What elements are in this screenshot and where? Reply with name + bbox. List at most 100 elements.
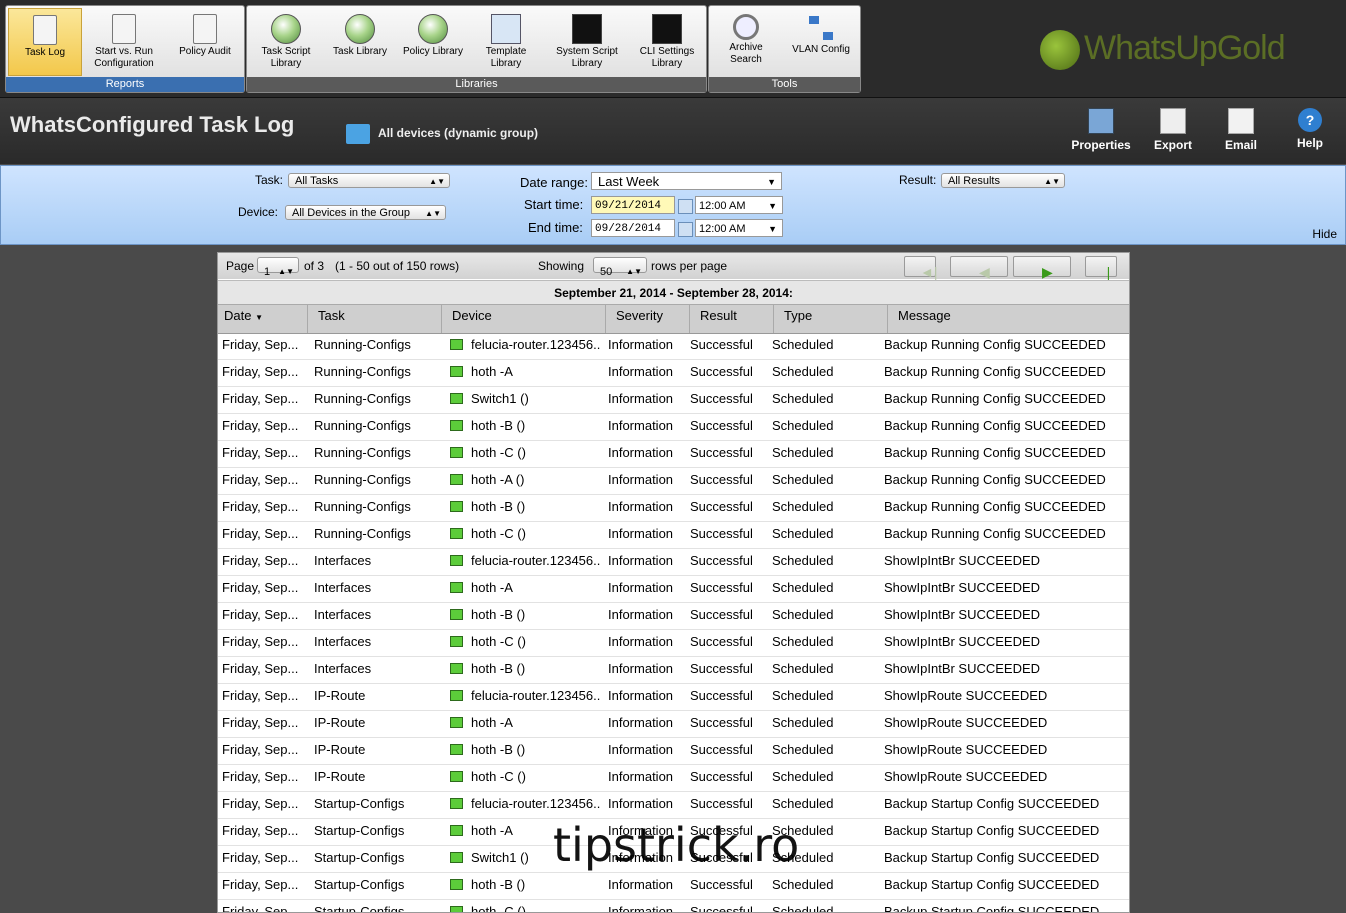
hide-filters-link[interactable]: Hide: [1312, 227, 1337, 241]
cell-device: hoth -B (): [450, 657, 600, 683]
rows-per-page-select[interactable]: 50 ▲▼: [593, 257, 647, 278]
cell-severity: Information: [608, 796, 674, 811]
column-header-message[interactable]: Message: [892, 305, 1129, 333]
start-calendar-icon[interactable]: [678, 199, 693, 214]
table-row[interactable]: Friday, Sep... IP-Route hoth -A Information…: [218, 711, 1129, 738]
table-row[interactable]: Friday, Sep... Interfaces hoth -B () Inform…: [218, 657, 1129, 684]
cell-task: Interfaces: [314, 553, 372, 568]
vlan-config-button[interactable]: VLAN Config: [787, 8, 855, 74]
column-header-severity[interactable]: Severity: [610, 305, 690, 333]
logo-globe-icon: [1040, 30, 1080, 71]
task-log-button[interactable]: Task Log: [8, 8, 82, 76]
task-filter-select[interactable]: All Tasks ▲▼: [288, 173, 450, 188]
folder-icon[interactable]: [346, 124, 370, 144]
cell-severity: Information: [608, 661, 674, 676]
table-row[interactable]: Friday, Sep... Running-Configs hoth -A Info…: [218, 360, 1129, 387]
device-filter-select[interactable]: All Devices in the Group ▲▼: [285, 205, 446, 220]
cell-message: Backup Running Config SUCCEEDED: [884, 526, 1106, 541]
table-row[interactable]: Friday, Sep... Running-Configs hoth -B () I…: [218, 495, 1129, 522]
device-icon: [450, 906, 463, 912]
table-row[interactable]: Friday, Sep... Running-Configs hoth -A () I…: [218, 468, 1129, 495]
cell-message: Backup Running Config SUCCEEDED: [884, 472, 1106, 487]
table-row[interactable]: Friday, Sep... Running-Configs hoth -C () I…: [218, 522, 1129, 549]
archive-search-button[interactable]: Archive Search: [713, 8, 779, 74]
column-header-task[interactable]: Task: [312, 305, 442, 333]
previous-page-button[interactable]: ◀: [950, 256, 1008, 280]
result-filter-select[interactable]: All Results ▲▼: [941, 173, 1065, 188]
device-icon: [450, 744, 463, 755]
cell-task: Interfaces: [314, 580, 372, 595]
end-time-select[interactable]: 12:00 AM ▼: [695, 219, 783, 237]
cell-type: Scheduled: [772, 499, 834, 514]
cell-date: Friday, Sep...: [222, 553, 299, 568]
cell-severity: Information: [608, 418, 674, 433]
dropdown-arrow-icon: ▼: [767, 177, 776, 187]
device-icon: [450, 717, 463, 728]
table-row[interactable]: Friday, Sep... IP-Route hoth -C () Informat…: [218, 765, 1129, 792]
start-vs-run-button[interactable]: Start vs. Run Configuration: [84, 8, 164, 74]
policy-library-button[interactable]: Policy Library: [399, 8, 467, 74]
task-script-library-button[interactable]: Task Script Library: [251, 8, 321, 74]
column-header-device[interactable]: Device: [446, 305, 606, 333]
last-page-button[interactable]: |►: [1085, 256, 1117, 299]
next-page-button[interactable]: ▶: [1013, 256, 1071, 280]
start-time-select[interactable]: 12:00 AM ▼: [695, 196, 783, 214]
export-button[interactable]: Export: [1140, 108, 1206, 152]
table-row[interactable]: Friday, Sep... IP-Route felucia-router.123…: [218, 684, 1129, 711]
table-row[interactable]: Friday, Sep... Running-Configs hoth -B () I…: [218, 414, 1129, 441]
table-row[interactable]: Friday, Sep... Startup-Configs hoth -B () I…: [218, 873, 1129, 900]
device-icon: [450, 528, 463, 539]
cli-settings-library-button[interactable]: CLI Settings Library: [633, 8, 701, 74]
table-row[interactable]: Friday, Sep... Startup-Configs felucia-rou…: [218, 792, 1129, 819]
cell-task: Running-Configs: [314, 472, 411, 487]
cell-type: Scheduled: [772, 337, 834, 352]
cell-severity: Information: [608, 337, 674, 352]
cell-severity: Information: [608, 634, 674, 649]
table-row[interactable]: Friday, Sep... Startup-Configs hoth -C () I…: [218, 900, 1129, 913]
cell-result: Successful: [690, 742, 753, 757]
cell-type: Scheduled: [772, 445, 834, 460]
table-row[interactable]: Friday, Sep... Running-Configs Switch1 () I…: [218, 387, 1129, 414]
email-button[interactable]: Email: [1208, 108, 1274, 152]
cell-result: Successful: [690, 499, 753, 514]
policy-audit-icon: [193, 14, 217, 44]
cell-message: Backup Startup Config SUCCEEDED: [884, 904, 1100, 913]
task-library-button[interactable]: Task Library: [327, 8, 393, 74]
start-date-input[interactable]: 09/21/2014: [591, 196, 675, 214]
device-icon: [450, 663, 463, 674]
cell-type: Scheduled: [772, 796, 834, 811]
cell-type: Scheduled: [772, 553, 834, 568]
cell-message: Backup Startup Config SUCCEEDED: [884, 796, 1100, 811]
policy-audit-button[interactable]: Policy Audit: [170, 8, 240, 74]
device-icon: [450, 636, 463, 647]
table-row[interactable]: Friday, Sep... IP-Route hoth -B () Informat…: [218, 738, 1129, 765]
column-header-type[interactable]: Type: [778, 305, 888, 333]
table-row[interactable]: Friday, Sep... Interfaces hoth -B () Inform…: [218, 603, 1129, 630]
cell-device: hoth -B (): [450, 873, 600, 899]
page-select[interactable]: 1 ▲▼: [257, 257, 299, 278]
table-row[interactable]: Friday, Sep... Running-Configs hoth -C () I…: [218, 441, 1129, 468]
properties-button[interactable]: Properties: [1068, 108, 1134, 152]
page-count-text: of 3: [304, 259, 325, 273]
cell-severity: Information: [608, 364, 674, 379]
table-row[interactable]: Friday, Sep... Interfaces hoth -C () Inform…: [218, 630, 1129, 657]
task-script-library-icon: [271, 14, 301, 44]
cell-task: Running-Configs: [314, 418, 411, 433]
table-row[interactable]: Friday, Sep... Running-Configs felucia-rou…: [218, 333, 1129, 360]
template-library-button[interactable]: Template Library: [473, 8, 539, 74]
system-script-library-button[interactable]: System Script Library: [547, 8, 627, 74]
cell-result: Successful: [690, 418, 753, 433]
table-row[interactable]: Friday, Sep... Interfaces felucia-router.1…: [218, 549, 1129, 576]
device-group-link[interactable]: All devices (dynamic group): [378, 126, 538, 140]
table-row[interactable]: Friday, Sep... Interfaces hoth -A Informati…: [218, 576, 1129, 603]
policy-library-icon: [418, 14, 448, 44]
column-header-date[interactable]: Date ▼: [218, 305, 308, 333]
end-date-input[interactable]: 09/28/2014: [591, 219, 675, 237]
cli-settings-library-icon: [652, 14, 682, 44]
cell-type: Scheduled: [772, 472, 834, 487]
end-calendar-icon[interactable]: [678, 222, 693, 237]
date-range-select[interactable]: Last Week ▼: [591, 172, 782, 190]
help-button[interactable]: ? Help: [1277, 108, 1343, 150]
first-page-button[interactable]: ◄|: [904, 256, 938, 280]
column-header-result[interactable]: Result: [694, 305, 774, 333]
